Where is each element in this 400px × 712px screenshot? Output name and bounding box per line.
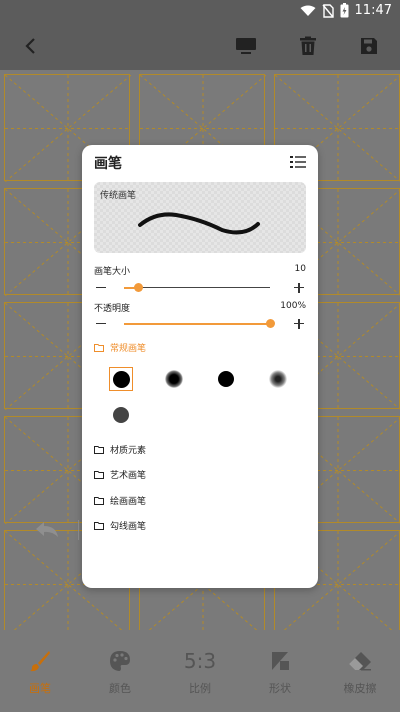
brush-tip-gray[interactable]	[109, 403, 133, 427]
undo-icon[interactable]	[34, 521, 60, 539]
tab-brush-label: 画笔	[29, 682, 51, 695]
tab-ratio[interactable]: 5:3 比例	[160, 648, 240, 696]
size-slider[interactable]	[94, 280, 306, 296]
size-increase-icon-vertical[interactable]	[298, 282, 300, 293]
brush-tip-soft[interactable]	[162, 367, 186, 391]
category-art-brush[interactable]: 艺术画笔	[94, 468, 146, 481]
folder-icon	[94, 470, 104, 479]
brush-panel: 画笔 传统画笔 画笔大小 10 不透明度 100% 常规画笔 材质元素 艺术画笔…	[82, 145, 318, 588]
brush-tip-blur-dot	[269, 370, 287, 388]
opacity-slider[interactable]	[94, 316, 306, 332]
no-sim-icon	[321, 3, 334, 18]
battery-icon	[340, 3, 349, 18]
brush-tip-ink-dot	[218, 371, 234, 387]
eraser-icon	[349, 652, 371, 671]
tab-shape-label: 形状	[269, 682, 291, 695]
panel-title: 画笔	[94, 156, 122, 172]
folder-icon	[94, 445, 104, 454]
category-label: 艺术画笔	[110, 471, 147, 481]
tab-eraser[interactable]: 橡皮擦	[320, 648, 400, 696]
size-slider-thumb[interactable]	[134, 283, 144, 292]
category-regular-brush[interactable]: 常规画笔	[94, 341, 146, 354]
opacity-slider-thumb[interactable]	[265, 319, 275, 328]
brush-stroke-preview	[138, 212, 260, 235]
category-label: 绘画画笔	[110, 497, 147, 507]
opacity-label: 不透明度	[94, 304, 131, 314]
app-bar	[0, 24, 400, 70]
opacity-decrease-icon[interactable]	[96, 323, 106, 325]
shape-icon	[272, 652, 289, 670]
checklist-icon[interactable]	[290, 155, 306, 169]
trash-icon[interactable]	[298, 36, 318, 56]
brush-icon	[30, 651, 50, 672]
size-slider-track	[124, 287, 270, 289]
tab-eraser-label: 橡皮擦	[343, 682, 377, 695]
tab-brush[interactable]: 画笔	[0, 648, 80, 696]
size-decrease-icon[interactable]	[96, 287, 106, 289]
wifi-icon	[300, 5, 316, 16]
undo-redo-divider	[78, 520, 79, 540]
brush-tip-solid-dot	[112, 370, 130, 388]
opacity-slider-fill	[124, 322, 270, 325]
tab-color-label: 颜色	[109, 682, 131, 695]
category-label: 常规画笔	[110, 344, 147, 354]
folder-icon	[94, 521, 104, 530]
category-line-brush[interactable]: 勾线画笔	[94, 519, 146, 532]
brush-tip-solid[interactable]	[109, 367, 133, 391]
tab-ratio-label: 比例	[189, 682, 211, 695]
tab-shape[interactable]: 形状	[240, 648, 320, 696]
brush-tip-soft-dot	[165, 370, 183, 388]
status-time: 11:47	[354, 3, 392, 18]
status-bar: 11:47	[0, 0, 400, 24]
tab-color[interactable]: 颜色	[80, 648, 160, 696]
opacity-increase-icon-vertical[interactable]	[298, 318, 300, 329]
folder-icon	[94, 343, 104, 352]
palette-icon	[110, 651, 130, 671]
brush-preview: 传统画笔	[94, 182, 306, 253]
monitor-icon[interactable]	[235, 36, 257, 56]
category-label: 材质元素	[110, 446, 147, 456]
size-value: 10	[294, 264, 306, 274]
category-painting-brush[interactable]: 绘画画笔	[94, 494, 146, 507]
back-icon[interactable]	[22, 36, 38, 56]
size-label: 画笔大小	[94, 267, 131, 277]
opacity-value: 100%	[280, 301, 306, 311]
brush-tip-blur[interactable]	[266, 367, 290, 391]
folder-icon	[94, 496, 104, 505]
save-icon[interactable]	[359, 36, 379, 56]
brush-tip-gray-dot	[113, 407, 129, 423]
ratio-icon: 5:3	[183, 649, 217, 673]
brush-tip-ink[interactable]	[214, 367, 238, 391]
category-label: 勾线画笔	[110, 522, 147, 532]
bottom-toolbar: 画笔 颜色 5:3 比例 形状 橡皮擦	[0, 630, 400, 712]
category-material[interactable]: 材质元素	[94, 443, 146, 456]
